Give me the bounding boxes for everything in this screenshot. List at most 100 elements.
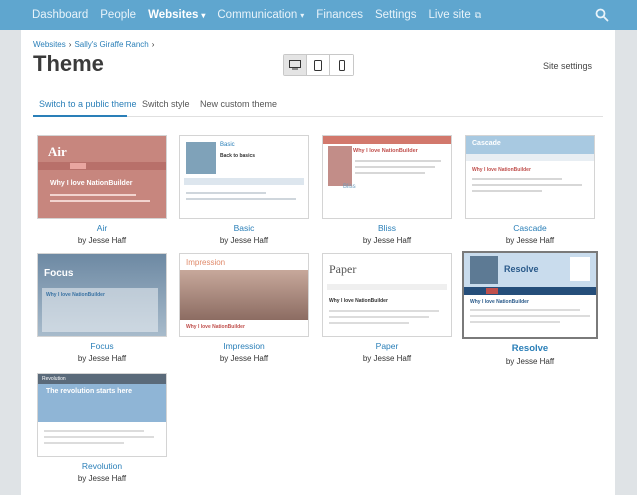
- thumbnail-text-line: [186, 198, 296, 200]
- nav-label: People: [100, 9, 137, 21]
- phone-icon: [338, 59, 345, 71]
- theme-card-bliss[interactable]: Why I love NationBuilder Bliss Bliss by …: [322, 135, 452, 245]
- thumbnail-heading: Why I love NationBuilder: [50, 180, 133, 187]
- thumbnail-preview: Focus Why I love NationBuilder: [38, 254, 166, 336]
- theme-thumbnail[interactable]: Revolution The revolution starts here: [37, 373, 167, 457]
- thumbnail-title: Air: [48, 144, 67, 159]
- theme-thumbnail[interactable]: Why I love NationBuilder Bliss: [322, 135, 452, 219]
- tab-switch-style[interactable]: Switch style: [142, 97, 190, 117]
- thumbnail-text-line: [186, 192, 266, 194]
- nav-finances[interactable]: Finances: [316, 9, 363, 21]
- thumbnail-text-line: [50, 194, 136, 196]
- theme-name[interactable]: Focus: [37, 341, 167, 351]
- thumbnail-text-line: [470, 315, 590, 317]
- theme-card-basic[interactable]: Basic Back to basics Basic by Jesse Haff: [179, 135, 309, 245]
- thumbnail-title: Basic: [220, 142, 235, 148]
- theme-name[interactable]: Air: [37, 223, 167, 233]
- thumbnail-nav: [327, 284, 447, 290]
- page-title: Theme: [33, 51, 104, 76]
- thumbnail-heading: Why I love NationBuilder: [470, 299, 529, 305]
- thumbnail-text-line: [470, 321, 560, 323]
- thumbnail-quote: [570, 257, 590, 281]
- nav-dashboard[interactable]: Dashboard: [32, 9, 88, 21]
- thumbnail-preview: Air Why I love NationBuilder: [38, 136, 166, 218]
- theme-author: by Jesse Haff: [505, 357, 555, 366]
- breadcrumb-separator: ›: [151, 40, 155, 49]
- theme-name[interactable]: Cascade: [465, 223, 595, 233]
- theme-thumbnail[interactable]: Resolve Why I love NationBuilder: [462, 251, 598, 339]
- theme-card-air[interactable]: Air Why I love NationBuilder Air by Jess…: [37, 135, 167, 245]
- thumbnail-title: Paper: [329, 262, 357, 276]
- theme-thumbnail[interactable]: Cascade Why I love NationBuilder: [465, 135, 595, 219]
- thumbnail-title: Cascade: [472, 140, 501, 147]
- thumbnail-text-line: [44, 430, 144, 432]
- thumbnail-nav: [38, 162, 166, 170]
- theme-name[interactable]: Impression: [179, 341, 309, 351]
- theme-author: by Jesse Haff: [362, 236, 412, 245]
- breadcrumb-site[interactable]: Sally's Giraffe Ranch: [74, 40, 148, 49]
- nav-label: Settings: [374, 9, 417, 21]
- theme-card-impression[interactable]: Impression Why I love NationBuilder Impr…: [179, 253, 309, 363]
- thumbnail-title: Focus: [44, 268, 74, 279]
- thumbnail-nav: [466, 154, 594, 161]
- nav-websites[interactable]: Websites ▾: [148, 9, 205, 21]
- main-panel: Websites › Sally's Giraffe Ranch › Theme Si…: [21, 30, 615, 495]
- thumbnail-heading: Why I love NationBuilder: [353, 148, 418, 154]
- theme-name[interactable]: Basic: [179, 223, 309, 233]
- desktop-view-button[interactable]: [284, 55, 307, 75]
- breadcrumb-separator: ›: [68, 40, 72, 49]
- theme-thumbnail[interactable]: Focus Why I love NationBuilder: [37, 253, 167, 337]
- phone-view-button[interactable]: [330, 55, 353, 75]
- theme-card-resolve[interactable]: Resolve Why I love NationBuilder Resolve…: [462, 251, 598, 366]
- tab-public-theme[interactable]: Switch to a public theme: [33, 97, 137, 117]
- thumbnail-text-line: [470, 309, 580, 311]
- theme-author: by Jesse Haff: [77, 236, 127, 245]
- theme-name[interactable]: Bliss: [322, 223, 452, 233]
- thumbnail-image: [470, 256, 498, 284]
- thumbnail-text-line: [329, 322, 409, 324]
- thumbnail-title: Impression: [186, 258, 226, 267]
- thumbnail-heading: The revolution starts here: [46, 388, 132, 395]
- nav-live-site[interactable]: Live site ⧉: [429, 9, 482, 21]
- thumbnail-image: [328, 146, 352, 186]
- theme-name[interactable]: Resolve: [462, 343, 598, 354]
- nav-label: Dashboard: [32, 9, 89, 21]
- tab-bar: Switch to a public theme Switch style Ne…: [33, 97, 603, 117]
- theme-card-paper[interactable]: Paper Why I love NationBuilder Paper by …: [322, 253, 452, 363]
- nav-people[interactable]: People: [100, 9, 136, 21]
- thumbnail-text-line: [472, 178, 562, 180]
- theme-author: by Jesse Haff: [362, 354, 412, 363]
- thumbnail-nav: Revolution: [38, 374, 166, 384]
- desktop-icon: [289, 60, 301, 70]
- theme-card-revolution[interactable]: Revolution The revolution starts here Re…: [37, 373, 167, 483]
- thumbnail-text-line: [50, 200, 150, 202]
- nav-settings[interactable]: Settings: [375, 9, 417, 21]
- thumbnail-nav: [184, 178, 304, 185]
- nav-label: Communication: [217, 9, 298, 21]
- nav-label: Live site: [428, 9, 471, 21]
- breadcrumb-websites[interactable]: Websites: [33, 40, 66, 49]
- theme-author: by Jesse Haff: [219, 236, 269, 245]
- thumbnail-text-line: [329, 316, 429, 318]
- site-settings-link[interactable]: Site settings: [543, 61, 592, 71]
- theme-name[interactable]: Paper: [322, 341, 452, 351]
- theme-thumbnail[interactable]: Paper Why I love NationBuilder: [322, 253, 452, 337]
- tab-new-custom-theme[interactable]: New custom theme: [200, 97, 277, 117]
- theme-thumbnail[interactable]: Air Why I love NationBuilder: [37, 135, 167, 219]
- tablet-view-button[interactable]: [307, 55, 330, 75]
- thumbnail-text-line: [472, 190, 542, 192]
- thumbnail-title: Bliss: [343, 184, 356, 190]
- theme-thumbnail[interactable]: Basic Back to basics: [179, 135, 309, 219]
- theme-card-cascade[interactable]: Cascade Why I love NationBuilder Cascade…: [465, 135, 595, 245]
- top-nav: Dashboard People Websites ▾ Communication…: [0, 0, 637, 30]
- theme-name[interactable]: Revolution: [37, 461, 167, 471]
- search-icon[interactable]: [595, 8, 609, 22]
- theme-author: by Jesse Haff: [219, 354, 269, 363]
- thumbnail-text-line: [355, 166, 435, 168]
- theme-card-focus[interactable]: Focus Why I love NationBuilder Focus by …: [37, 253, 167, 363]
- thumbnail-nav-button: [70, 163, 86, 169]
- nav-communication[interactable]: Communication ▾: [217, 9, 304, 21]
- chevron-down-icon: ▾: [300, 10, 305, 20]
- theme-thumbnail[interactable]: Impression Why I love NationBuilder: [179, 253, 309, 337]
- thumbnail-image: [180, 270, 308, 320]
